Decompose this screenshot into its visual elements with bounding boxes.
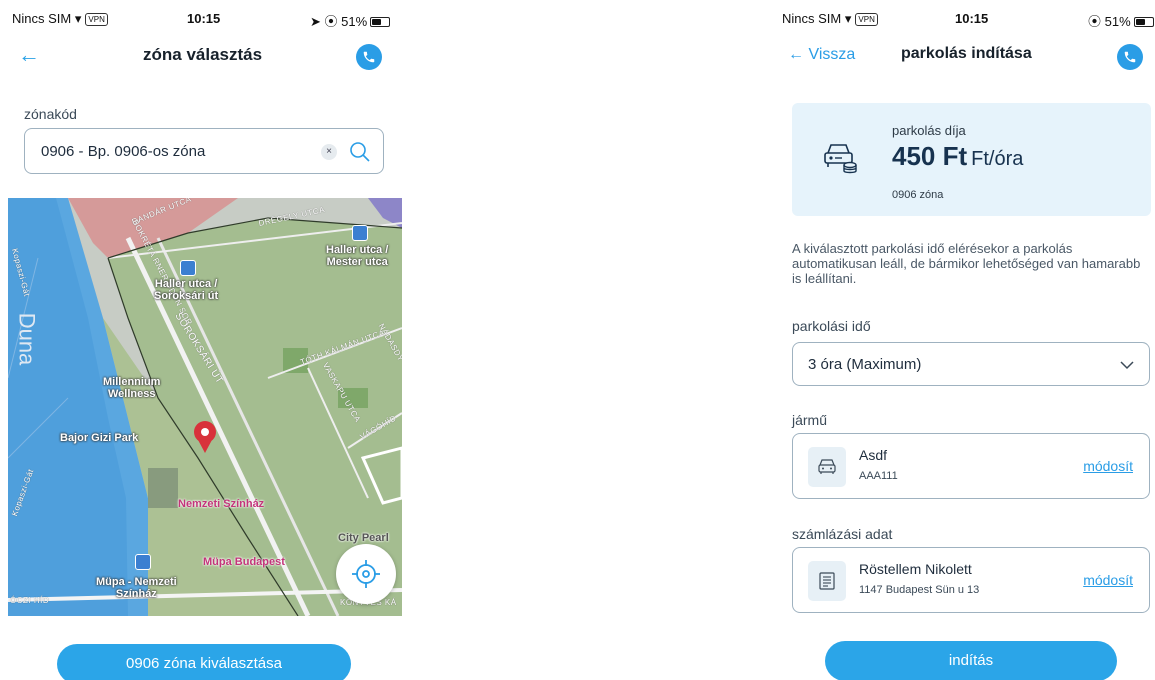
billing-card: Röstellem Nikolett 1147 Budapest Sün u 1…: [792, 547, 1150, 613]
fee-value: 450 Ft: [892, 141, 968, 171]
duration-value: 3 óra (Maximum): [808, 356, 922, 373]
fee-zone: 0906 zóna: [892, 189, 944, 201]
poi-label[interactable]: Bajor Gizi Park: [60, 432, 138, 444]
clear-input-button[interactable]: ×: [321, 144, 337, 160]
vpn-badge: VPN: [85, 13, 108, 26]
rotation-lock-icon: ⦿: [1088, 14, 1102, 29]
poi-label[interactable]: Nemzeti Színház: [178, 498, 264, 510]
clock: 10:15: [955, 11, 989, 26]
street-label: ÓCZI HÍD: [10, 596, 50, 605]
vehicle-plate: AAA111: [859, 470, 898, 482]
billing-icon-box: [808, 561, 846, 601]
zone-code-input[interactable]: 0906 - Bp. 0906-os zóna ×: [24, 128, 384, 174]
search-icon[interactable]: [349, 141, 371, 168]
tram-stop-icon[interactable]: [135, 554, 151, 570]
fee-label: parkolás díja: [892, 123, 966, 138]
poi-label[interactable]: City Pearl: [338, 532, 389, 544]
edit-vehicle-link[interactable]: módosít: [1083, 458, 1133, 474]
tram-stop-label[interactable]: Müpa - Nemzeti Színház: [96, 576, 177, 600]
fee-unit: Ft/óra: [971, 148, 1024, 170]
phone-icon: [1124, 51, 1136, 63]
receipt-icon: [819, 572, 835, 590]
battery-indicator: ⦿ 51%: [1088, 11, 1154, 30]
zone-map[interactable]: DANDÁR UTCA DRÉGELY UTCA BOKRÉTA RNER ÖD…: [8, 198, 402, 616]
call-button[interactable]: [356, 44, 382, 70]
status-bar: Nincs SIM ▾ VPN 10:15 ⦿ 51%: [770, 10, 1155, 30]
battery-icon: [370, 17, 391, 27]
status-bar: Nincs SIM ▾ VPN 10:15 ➤ ⦿ 51%: [0, 10, 402, 30]
vehicle-card: Asdf AAA111 módosít: [792, 433, 1150, 499]
back-arrow-icon[interactable]: ←: [18, 42, 40, 68]
zone-selection-screen: Nincs SIM ▾ VPN 10:15 ➤ ⦿ 51% ← zóna vála…: [0, 0, 402, 680]
phone-icon: [363, 51, 375, 63]
billing-label: számlázási adat: [792, 526, 893, 542]
carrier-text: Nincs SIM ▾ VPN: [782, 11, 878, 27]
battery-indicator: ➤ ⦿ 51%: [310, 11, 391, 30]
car-icon: [818, 459, 836, 474]
vehicle-label: jármű: [792, 412, 828, 428]
car-coins-icon: [824, 144, 857, 174]
tram-stop-label[interactable]: Haller utca / Mester utca: [326, 244, 388, 268]
wifi-icon: ▾: [844, 11, 852, 26]
chevron-down-icon: [1120, 361, 1134, 370]
edit-billing-link[interactable]: módosít: [1083, 572, 1133, 588]
zone-code-label: zónakód: [24, 106, 77, 122]
duration-label: parkolási idő: [792, 318, 871, 334]
crosshair-icon: [352, 560, 380, 588]
nav-bar: ← zóna választás: [0, 40, 402, 74]
river-label: Duna: [14, 312, 40, 366]
call-button[interactable]: [1117, 44, 1143, 70]
vehicle-name: Asdf: [859, 447, 888, 463]
back-label: Vissza: [808, 46, 856, 63]
billing-name: Röstellem Nikolett: [859, 561, 972, 577]
clock: 10:15: [187, 11, 221, 26]
start-parking-button[interactable]: indítás: [825, 641, 1117, 680]
parking-fee-card: parkolás díja 450 Ft Ft/óra 0906 zóna: [792, 103, 1151, 216]
page-title: parkolás indítása: [901, 45, 1032, 62]
tram-stop-icon[interactable]: [352, 225, 368, 241]
info-text: A kiválasztott parkolási idő elérésekor …: [792, 241, 1141, 286]
wifi-icon: ▾: [74, 11, 82, 26]
battery-icon: [1133, 17, 1154, 27]
carrier-text: Nincs SIM ▾ VPN: [12, 11, 108, 27]
tram-stop-label[interactable]: Haller utca / Soroksári út: [154, 278, 218, 302]
back-arrow-icon: ←: [788, 46, 804, 63]
nav-bar: ← Vissza parkolás indítása: [770, 40, 1155, 74]
back-button[interactable]: ← Vissza: [788, 46, 855, 64]
select-zone-button[interactable]: 0906 zóna kiválasztása: [57, 644, 351, 680]
location-arrow-icon: ➤: [310, 14, 321, 29]
vpn-badge: VPN: [855, 13, 878, 26]
locate-me-button[interactable]: [336, 544, 396, 604]
billing-address: 1147 Budapest Sün u 13: [859, 584, 980, 596]
start-parking-screen: Nincs SIM ▾ VPN 10:15 ⦿ 51% ← Vissza park…: [770, 0, 1155, 680]
poi-label[interactable]: Müpa Budapest: [203, 556, 285, 568]
fee-amount: 450 Ft Ft/óra: [892, 141, 1023, 172]
duration-select[interactable]: 3 óra (Maximum): [792, 342, 1150, 386]
tram-stop-icon[interactable]: [180, 260, 196, 276]
zone-code-value: 0906 - Bp. 0906-os zóna: [41, 143, 206, 160]
vehicle-icon-box: [808, 447, 846, 487]
poi-label[interactable]: Millennium Wellness: [103, 376, 160, 400]
rotation-lock-icon: ⦿: [324, 14, 338, 29]
page-title: zóna választás: [143, 45, 263, 64]
